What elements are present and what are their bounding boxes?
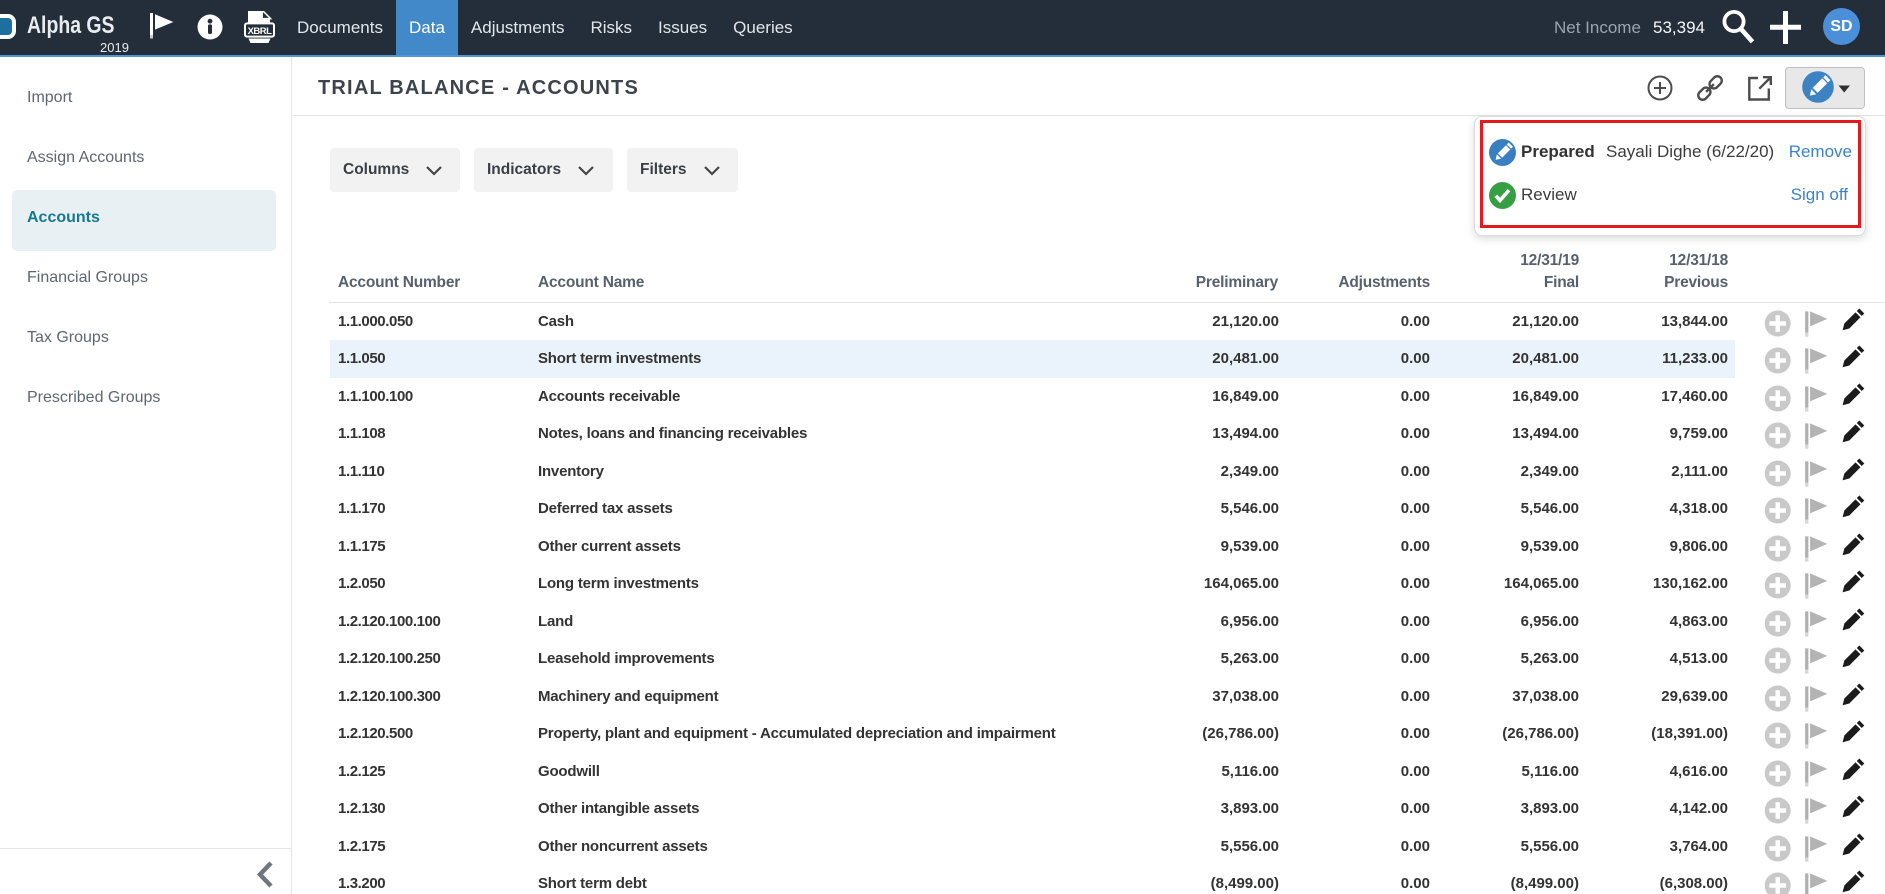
svg-text:XBRL: XBRL: [248, 26, 273, 37]
